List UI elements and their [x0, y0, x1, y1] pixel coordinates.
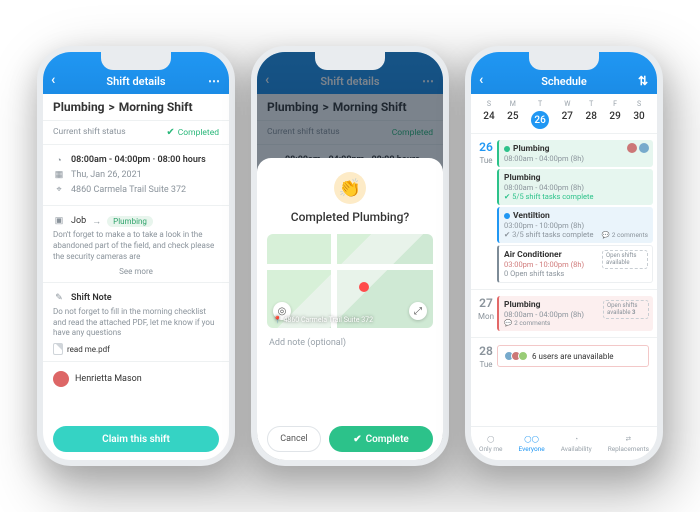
arrow-right-icon: →	[92, 216, 101, 227]
attachment-name: read me.pdf	[67, 345, 110, 354]
back-icon[interactable]: ‹	[479, 72, 483, 88]
week-day[interactable]: W27	[562, 100, 573, 129]
header-title: Schedule	[541, 75, 587, 88]
shift-card[interactable]: Ventiltion 03:00pm - 10:00pm (8h) ✔ 3/5 …	[497, 207, 653, 243]
shift-date: Thu, Jan 26, 2021	[71, 170, 142, 180]
day-dow: Mon	[478, 312, 494, 321]
crumb-shift: Morning Shift	[119, 100, 193, 114]
clock-icon: ◔	[53, 154, 65, 166]
map-pin-label-icon: 📍	[273, 316, 282, 324]
week-day[interactable]: S24	[483, 100, 494, 129]
header-title: Shift details	[106, 75, 165, 88]
avatar	[53, 371, 69, 387]
chevron-right-icon: >	[109, 100, 115, 114]
phone-shift-details: ‹ Shift details ⋯ Plumbing > Morning Shi…	[37, 46, 235, 466]
attachment-row[interactable]: read me.pdf	[53, 343, 219, 355]
clap-icon: 👏	[334, 172, 366, 204]
week-day-selected[interactable]: T26	[531, 100, 549, 129]
shift-address: 4860 Carmela Trail Suite 372	[71, 185, 186, 195]
users-icon: ◯◯	[524, 435, 539, 443]
job-chip[interactable]: Plumbing	[107, 216, 153, 227]
menu-icon[interactable]: ⋯	[208, 74, 221, 88]
shift-card[interactable]: Plumbing 08:00am - 04:00pm (8h) ✔ 5/5 sh…	[497, 169, 653, 205]
week-day[interactable]: S30	[633, 100, 644, 129]
open-shifts-badge[interactable]: Open shifts available 3	[603, 300, 649, 319]
open-shifts-badge[interactable]: Open shifts available	[602, 250, 648, 269]
comments-link[interactable]: 💬 2 comments	[602, 230, 648, 239]
modal-title: Completed Plumbing?	[257, 210, 443, 224]
day-number: 28	[479, 344, 493, 358]
comments-link[interactable]: 💬 2 comments	[504, 319, 648, 327]
cancel-button[interactable]: Cancel	[267, 426, 321, 452]
status-badge: ✔ Completed	[166, 127, 219, 138]
day-dow: Tue	[479, 156, 492, 165]
shift-card[interactable]: Air Conditioner 03:00pm - 10:00pm (8h) 0…	[497, 245, 653, 283]
swap-icon: ⇄	[626, 435, 631, 443]
status-dot-icon	[504, 213, 510, 219]
expand-icon[interactable]: ⤢	[409, 302, 427, 320]
tab-replacements[interactable]: ⇄Replacements	[608, 435, 649, 453]
file-icon	[53, 343, 63, 355]
day-number: 27	[479, 296, 493, 310]
back-icon[interactable]: ‹	[51, 72, 55, 88]
job-note-text: Don't forget to make a to take a look in…	[53, 230, 219, 262]
notch	[101, 52, 171, 70]
map-pin-icon	[359, 282, 369, 292]
settings-icon[interactable]: ⇅	[638, 74, 649, 88]
map-address: 4860 Carmela Trail Suite 372	[283, 316, 373, 324]
day-number: 26	[479, 140, 493, 154]
shift-time: 08:00am - 04:00pm · 08:00 hours	[71, 155, 206, 165]
job-label: Job	[71, 216, 86, 226]
note-input[interactable]: Add note (optional)	[269, 338, 431, 348]
shift-card[interactable]: Plumbing 08:00am - 04:00pm (8h)	[497, 140, 653, 167]
day-dow: Tue	[479, 360, 492, 369]
calendar-icon: ▦	[53, 169, 65, 181]
week-day[interactable]: F29	[609, 100, 620, 129]
claim-shift-button[interactable]: Claim this shift	[53, 426, 219, 452]
location-icon: ⌖	[53, 184, 65, 196]
avatar	[639, 143, 649, 153]
shift-card[interactable]: Plumbing 08:00am - 04:00pm (8h) 💬 2 comm…	[497, 296, 653, 331]
status-label: Current shift status	[53, 127, 126, 138]
notch	[315, 52, 385, 70]
briefcase-icon: ▣	[53, 215, 65, 227]
assignee-name: Henrietta Mason	[75, 374, 142, 384]
breadcrumb: Plumbing > Morning Shift	[43, 94, 229, 121]
complete-button[interactable]: ✔Complete	[329, 426, 433, 452]
map-preview[interactable]: ◎ ⤢ 📍 4860 Carmela Trail Suite 372	[267, 234, 433, 328]
notch	[529, 52, 599, 70]
user-icon: ◯	[487, 435, 494, 443]
tab-everyone[interactable]: ◯◯Everyone	[518, 435, 544, 453]
unavailable-text: 6 users are unavailable	[532, 352, 614, 361]
unavailable-banner[interactable]: 6 users are unavailable	[497, 345, 649, 367]
note-icon: ✎	[53, 292, 65, 304]
shift-note-title: Shift Note	[71, 293, 112, 303]
check-circle-icon: ✔	[166, 127, 174, 138]
week-day[interactable]: T28	[586, 100, 597, 129]
week-day[interactable]: M25	[507, 100, 518, 129]
check-icon: ✔	[353, 434, 361, 445]
status-dot-icon	[504, 146, 510, 152]
avatar	[627, 143, 637, 153]
shift-note-body: Do not forget to fill in the morning che…	[53, 307, 219, 339]
phone-schedule: ‹ Schedule ⇅ S24 M25 T26 W27 T28 F29 S30…	[465, 46, 663, 466]
crumb-job: Plumbing	[53, 100, 105, 114]
week-selector: S24 M25 T26 W27 T28 F29 S30	[471, 94, 657, 134]
avatar-stack	[504, 351, 528, 361]
bottom-nav: ◯Only me ◯◯Everyone ◔Availability ⇄Repla…	[471, 426, 657, 460]
complete-modal: 👏 Completed Plumbing? ◎ ⤢ 📍 4860 Carmela…	[257, 158, 443, 460]
tab-availability[interactable]: ◔Availability	[561, 435, 592, 453]
see-more-link[interactable]: See more	[53, 267, 219, 276]
tab-only-me[interactable]: ◯Only me	[479, 435, 502, 453]
clock-icon: ◔	[574, 435, 578, 443]
phone-complete-modal: ‹ Shift details ⋯ Plumbing > Morning Shi…	[251, 46, 449, 466]
